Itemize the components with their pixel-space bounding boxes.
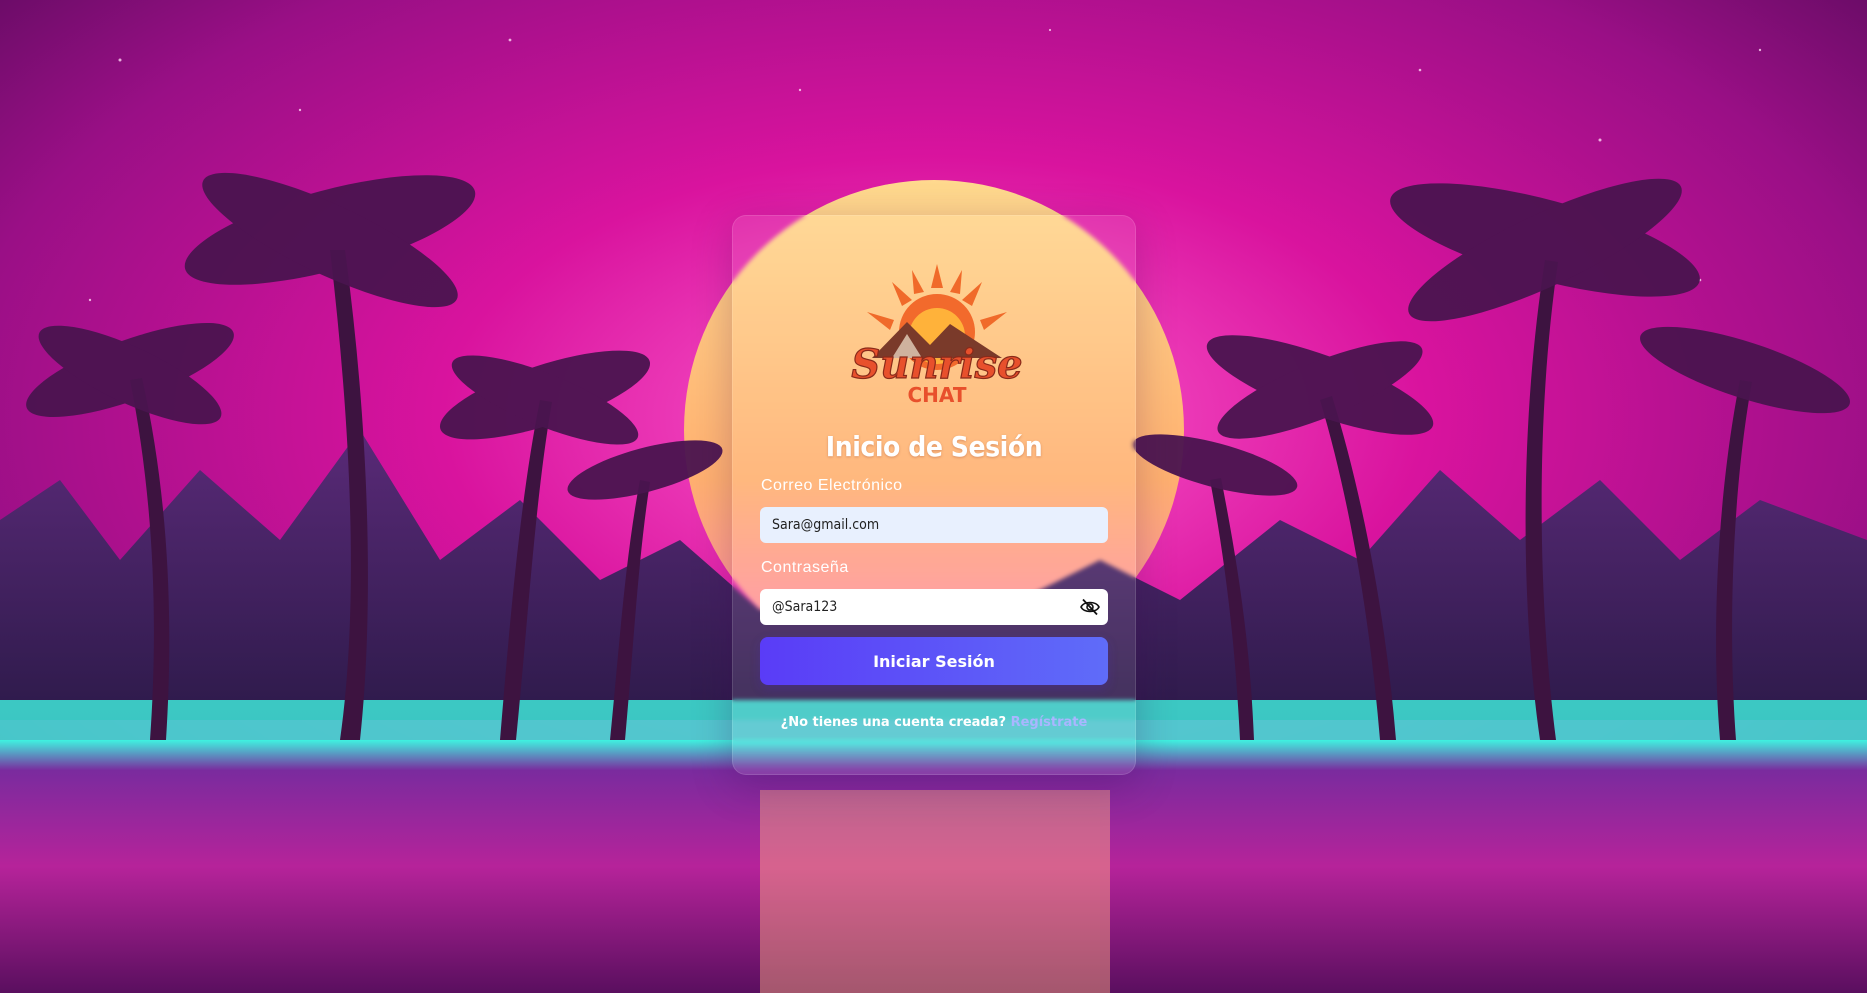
signup-prompt-text: ¿No tienes una cuenta creada? (780, 715, 1007, 730)
email-value: Sara@gmail.com (772, 517, 880, 533)
login-button[interactable]: Iniciar Sesión (760, 637, 1108, 685)
logo-subtitle: CHAT (908, 383, 967, 407)
login-card: Sunrise CHAT Inicio de Sesión Correo Ele… (732, 215, 1136, 775)
brand-logo: Sunrise CHAT (832, 260, 1042, 408)
password-label: Contraseña (761, 559, 849, 576)
signup-prompt-row: ¿No tienes una cuenta creada? Regístrate (732, 715, 1136, 730)
email-label: Correo Electrónico (761, 477, 903, 494)
password-field[interactable]: @Sara123 (760, 589, 1108, 625)
password-value: @Sara123 (772, 599, 838, 615)
logo-wordmark: Sunrise (851, 341, 1022, 388)
page-title: Inicio de Sesión (825, 430, 1043, 463)
signup-link[interactable]: Regístrate (1011, 715, 1088, 730)
eye-slash-icon[interactable] (1080, 598, 1100, 616)
email-field[interactable]: Sara@gmail.com (760, 507, 1108, 543)
